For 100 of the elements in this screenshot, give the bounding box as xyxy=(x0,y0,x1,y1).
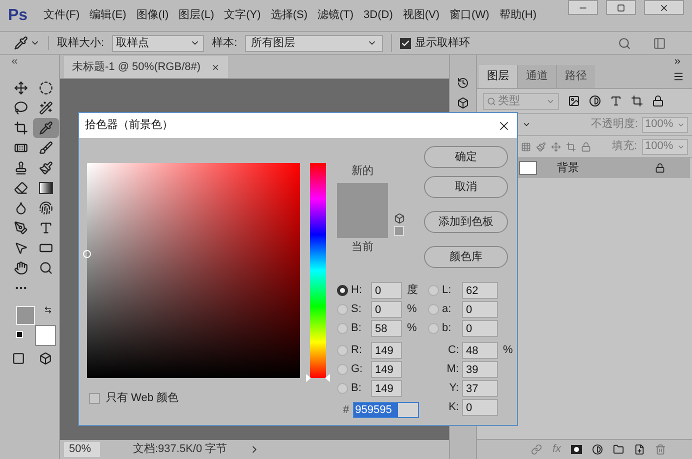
field-label: G: xyxy=(351,362,364,378)
half-circle-icon[interactable] xyxy=(589,95,601,107)
pointer-icon xyxy=(14,241,28,255)
menu-item[interactable]: 编辑(E) xyxy=(90,7,126,24)
sample-dropdown[interactable]: 所有图层 xyxy=(245,34,384,52)
hex-field[interactable]: 959595 xyxy=(353,402,420,418)
checkbox[interactable] xyxy=(89,392,100,404)
radio-button[interactable] xyxy=(337,364,348,375)
menu-item[interactable]: 帮助(H) xyxy=(499,7,537,24)
field-label: Y: xyxy=(448,381,459,396)
panel-tab[interactable]: 通道 xyxy=(517,65,556,88)
radio-button[interactable] xyxy=(428,323,439,334)
menu-icon[interactable] xyxy=(673,71,684,82)
radio-button[interactable] xyxy=(337,383,348,394)
unit-label: % xyxy=(503,343,513,358)
value-field[interactable]: 39 xyxy=(462,361,498,378)
value-field[interactable]: 48 xyxy=(462,342,498,359)
value-field[interactable]: 58 xyxy=(371,320,402,337)
quick-mask-icon[interactable] xyxy=(12,352,25,365)
caret-icon[interactable] xyxy=(522,120,531,129)
sample-size-dropdown[interactable]: 取样点 xyxy=(112,34,204,52)
background-swatch[interactable] xyxy=(35,325,56,346)
value-field[interactable]: 149 xyxy=(371,342,402,359)
radio-button[interactable] xyxy=(337,285,348,296)
eyedropper-icon xyxy=(38,121,52,135)
tool-button[interactable] xyxy=(32,118,58,138)
value-field[interactable]: 0 xyxy=(371,301,402,318)
checkbox[interactable] xyxy=(400,38,412,48)
eraser-icon xyxy=(14,181,28,195)
field-label: R: xyxy=(351,343,363,358)
unit-label: % xyxy=(407,302,417,318)
panel-tab[interactable]: 路径 xyxy=(556,65,595,88)
field-label: H: xyxy=(351,283,363,298)
swap-icon[interactable] xyxy=(44,306,52,314)
zoom-icon xyxy=(38,261,52,275)
expand-icon[interactable] xyxy=(673,57,682,66)
type-icon[interactable] xyxy=(610,95,622,107)
cube-icon[interactable] xyxy=(394,213,405,224)
close-icon[interactable] xyxy=(210,62,220,72)
radio-button[interactable] xyxy=(428,285,439,296)
folder-icon[interactable] xyxy=(613,444,624,455)
dialog-button[interactable]: 颜色库 xyxy=(424,246,508,268)
slider-handle[interactable] xyxy=(306,374,330,382)
brush-icon[interactable] xyxy=(536,142,546,152)
foreground-swatch[interactable] xyxy=(16,306,35,325)
sample-label: 样本: xyxy=(212,36,238,51)
hex-label: # xyxy=(343,402,350,418)
value-field[interactable]: 0 xyxy=(462,399,498,416)
menu-item[interactable]: 选择(S) xyxy=(270,7,308,24)
radio-button[interactable] xyxy=(337,323,348,334)
eyedropper-icon[interactable] xyxy=(14,36,28,50)
menu-item[interactable]: 滤镜(T) xyxy=(317,7,354,24)
radio-button[interactable] xyxy=(337,304,348,315)
value-field[interactable]: 37 xyxy=(462,380,498,397)
history-icon[interactable] xyxy=(457,77,469,89)
menu-item[interactable]: 文字(Y) xyxy=(224,7,261,24)
type-icon xyxy=(38,221,52,235)
dialog-button[interactable]: 添加到色板 xyxy=(424,211,508,233)
zoom-field[interactable]: 50% xyxy=(64,442,100,457)
workspace-icon[interactable] xyxy=(653,36,666,50)
maximize-button[interactable] xyxy=(606,0,636,15)
close-button[interactable] xyxy=(644,0,684,15)
collapse-icon[interactable] xyxy=(10,57,19,66)
value-field[interactable]: 62 xyxy=(462,282,498,299)
checkbox-label: 只有 Web 颜色 xyxy=(106,390,179,406)
menu-item[interactable]: 3D(D) xyxy=(364,7,393,24)
document-tab[interactable]: 未标题-1 @ 50%(RGB/8#) xyxy=(64,56,228,78)
field-label: B: xyxy=(351,381,362,396)
value-field[interactable]: 0 xyxy=(462,320,498,337)
menu-item[interactable]: 图层(L) xyxy=(178,7,214,24)
value-field[interactable]: 0 xyxy=(371,282,402,299)
fingerprint-icon xyxy=(38,201,52,215)
image-icon[interactable] xyxy=(568,95,580,107)
radio-button[interactable] xyxy=(428,304,439,315)
maximize-icon xyxy=(617,4,625,12)
dialog-button[interactable]: 确定 xyxy=(424,146,508,168)
default-colors-icon[interactable] xyxy=(16,331,23,338)
menu-item[interactable]: 窗口(W) xyxy=(450,7,490,24)
mask-icon[interactable] xyxy=(571,445,582,454)
value-field[interactable]: 149 xyxy=(371,380,402,397)
screen-mode-icon[interactable] xyxy=(39,352,52,365)
move-icon[interactable] xyxy=(551,142,561,152)
panel-tab[interactable]: 图层 xyxy=(479,65,517,88)
adjustment-icon[interactable] xyxy=(592,444,603,455)
menu-item[interactable]: 视图(V) xyxy=(402,7,440,24)
radio-button[interactable] xyxy=(337,345,348,356)
value-field[interactable]: 0 xyxy=(462,301,498,318)
menu-item[interactable]: 文件(F) xyxy=(44,7,80,24)
lock-icon[interactable] xyxy=(652,95,664,107)
color-selector-ring[interactable] xyxy=(83,250,91,258)
close-icon xyxy=(659,2,669,12)
web-color-swatch[interactable] xyxy=(394,226,404,236)
dialog-button[interactable]: 取消 xyxy=(424,176,508,198)
cube-icon[interactable] xyxy=(457,97,469,109)
search-icon[interactable] xyxy=(618,36,631,50)
new-layer-icon[interactable] xyxy=(634,444,645,455)
menu-item[interactable]: 图像(I) xyxy=(136,7,169,24)
value-field[interactable]: 149 xyxy=(371,361,402,378)
grid-icon[interactable] xyxy=(521,142,531,152)
new-color-swatch xyxy=(337,182,388,238)
